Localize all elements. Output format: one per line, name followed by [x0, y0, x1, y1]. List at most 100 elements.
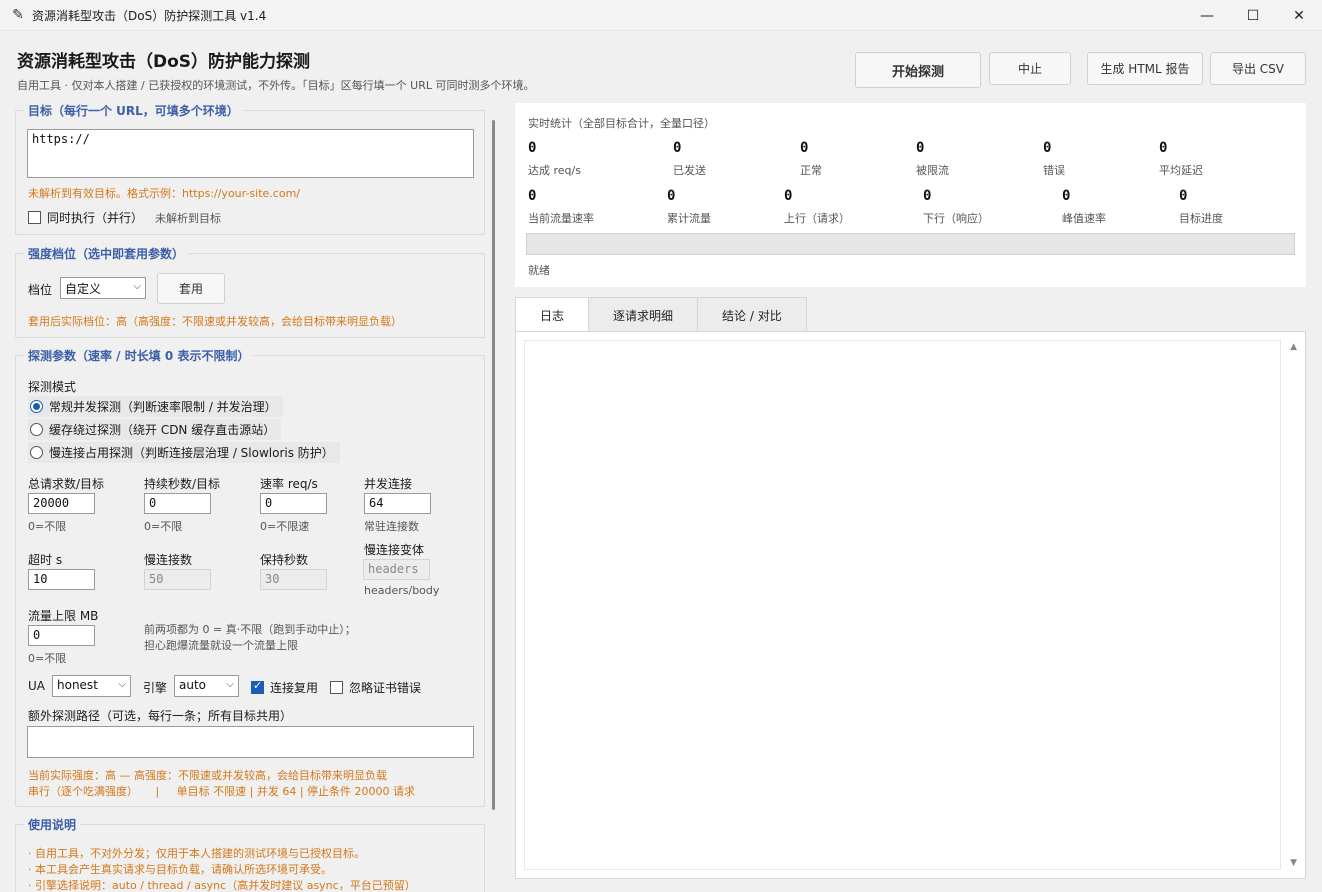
stat-label: 达成 req/s	[528, 164, 581, 177]
stat-value: 0	[1179, 188, 1188, 204]
intensity-group: 强度档位（选中即套用参数） 档位 自定义 ⌵ 套用 套用后实际档位：高（高强度：…	[15, 245, 485, 338]
apply-button[interactable]: 套用	[157, 273, 225, 304]
stat-limited: 0 被限流	[916, 140, 949, 178]
extra-paths-label: 额外探测路径（可选，每行一条；所有目标共用）	[28, 709, 293, 723]
parallel-checkbox-box[interactable]	[28, 211, 41, 224]
page-title: 资源消耗型攻击（DoS）防护能力探测	[17, 52, 311, 72]
left-panel: 目标（每行一个 URL，可填多个环境） https:// 未解析到有效目标。格式…	[8, 101, 486, 892]
parallel-checkbox[interactable]: 同时执行（并行）	[28, 209, 143, 226]
engine-select[interactable]: auto ⌵	[174, 675, 239, 697]
traffic-cap-label: 流量上限 MB	[28, 609, 99, 623]
maximize-button[interactable]: ☐	[1230, 0, 1276, 31]
stats-panel: 实时统计（全部目标合计，全量口径） 0 达成 req/s 0 已发送 0 正常 0 被限…	[515, 103, 1306, 287]
duration-hint: 0=不限	[144, 520, 183, 533]
stat-label: 正常	[800, 164, 822, 177]
start-button[interactable]: 开始探测	[855, 52, 981, 88]
stat-value: 0	[800, 140, 809, 156]
concurrency-input[interactable]: 64	[364, 493, 431, 514]
level-select[interactable]: 自定义 ⌵	[60, 277, 146, 299]
chevron-down-icon: ⌵	[133, 281, 141, 292]
ignore-cert-label: 忽略证书错误	[349, 681, 422, 695]
checkbox-icon[interactable]	[330, 681, 343, 694]
stat-value: 0	[916, 140, 925, 156]
timeout-label: 超时 s	[28, 553, 63, 567]
mode-label-concurrency: 常规并发探测（判断速率限制 / 并发治理）	[49, 400, 277, 414]
summary-line-1: 当前实际强度：高 — 高强度：不限速或并发较高，会给目标带来明显负载	[28, 769, 387, 782]
ignore-cert-checkbox[interactable]: 忽略证书错误	[330, 679, 421, 696]
stop-button[interactable]: 中止	[989, 52, 1071, 85]
log-pane: ▲ ▼	[515, 331, 1306, 879]
params-legend: 探测参数（速率 / 时长填 0 表示不限制）	[24, 347, 254, 364]
concurrency-label: 并发连接	[364, 477, 413, 491]
stat-traffic-rate: 0 当前流量速率	[528, 188, 594, 226]
tab-log[interactable]: 日志	[515, 297, 590, 332]
html-report-button[interactable]: 生成 HTML 报告	[1087, 52, 1203, 85]
target-url-input[interactable]: https://	[27, 129, 474, 178]
stat-sent: 0 已发送	[673, 140, 706, 178]
panel-scrollbar[interactable]	[492, 120, 495, 810]
feather-icon: ✎	[12, 7, 24, 23]
progress-bar	[526, 233, 1295, 255]
usage-group: 使用说明 · 自用工具，不对外分发；仅用于本人搭建的测试环境与已授权目标。 · …	[15, 816, 485, 892]
intensity-legend: 强度档位（选中即套用参数）	[24, 245, 189, 262]
mode-radio-cache-bypass[interactable]: 缓存绕过探测（绕开 CDN 缓存直击源站）	[28, 419, 282, 440]
mode-label: 探测模式	[28, 380, 77, 394]
export-csv-button[interactable]: 导出 CSV	[1210, 52, 1306, 85]
concurrency-hint: 常驻连接数	[364, 520, 419, 533]
traffic-note-1: 前两项都为 0 = 真·不限（跑到手动中止）；	[144, 623, 356, 636]
traffic-cap-input[interactable]: 0	[28, 625, 95, 646]
stat-label: 被限流	[916, 164, 949, 177]
level-value: 自定义	[65, 282, 102, 296]
rate-input[interactable]: 0	[260, 493, 327, 514]
mode-radio-slow-conn[interactable]: 慢连接占用探测（判断连接层治理 / Slowloris 防护）	[28, 442, 340, 463]
stats-caption: 实时统计（全部目标合计，全量口径）	[528, 117, 715, 130]
rate-hint: 0=不限速	[260, 520, 310, 533]
usage-line-2: · 本工具会产生真实请求与目标负载，请确认所选环境可承受。	[28, 863, 332, 876]
stat-peak-rate: 0 峰值速率	[1062, 188, 1106, 226]
total-requests-input[interactable]: 20000	[28, 493, 95, 514]
stat-label: 当前流量速率	[528, 212, 594, 225]
hold-secs-label: 保持秒数	[260, 553, 309, 567]
title-bar: ✎ 资源消耗型攻击（DoS）防护探测工具 v1.4 — ☐ ✕	[0, 0, 1322, 31]
usage-line-3: · 引擎选择说明：auto / thread / async（高并发时建议 as…	[28, 879, 416, 892]
radio-icon	[30, 423, 43, 436]
summary-line-2: 串行（逐个吃满强度） | 单目标 不限速 | 并发 64 | 停止条件 2000…	[28, 785, 416, 798]
radio-selected-icon	[30, 400, 43, 413]
intensity-note: 套用后实际档位：高（高强度：不限速或并发较高，会给目标带来明显负载）	[28, 315, 402, 328]
tab-conclusion[interactable]: 结论 / 对比	[697, 297, 807, 332]
rate-label: 速率 req/s	[260, 477, 318, 491]
reuse-label: 连接复用	[270, 681, 319, 695]
hold-secs-input: 30	[260, 569, 327, 590]
minimize-button[interactable]: —	[1184, 0, 1230, 31]
stat-value: 0	[1062, 188, 1071, 204]
window-title: 资源消耗型攻击（DoS）防护探测工具 v1.4	[32, 8, 267, 23]
close-button[interactable]: ✕	[1276, 0, 1322, 31]
mode-radio-concurrency[interactable]: 常规并发探测（判断速率限制 / 并发治理）	[28, 396, 283, 417]
window-controls: — ☐ ✕	[1184, 0, 1322, 31]
parallel-label: 同时执行（并行）	[47, 211, 144, 225]
page-subtitle: 自用工具 · 仅对本人搭建 / 已获授权的环境测试，不外传。「目标」区每行填一个…	[17, 79, 535, 92]
target-hint: 未解析到有效目标。格式示例：https://your-site.com/	[28, 187, 300, 200]
ua-label: UA	[28, 679, 45, 693]
mode-label-cache-bypass: 缓存绕过探测（绕开 CDN 缓存直击源站）	[49, 423, 276, 437]
mode-label-slow-conn: 慢连接占用探测（判断连接层治理 / Slowloris 防护）	[49, 446, 334, 460]
extra-paths-input[interactable]	[27, 726, 474, 758]
reuse-checkbox[interactable]: 连接复用	[251, 679, 318, 696]
parallel-status: 未解析到目标	[155, 212, 221, 225]
stat-errors: 0 错误	[1043, 140, 1065, 178]
stat-value: 0	[923, 188, 932, 204]
stat-value: 0	[667, 188, 676, 204]
tab-request-details[interactable]: 逐请求明细	[588, 297, 699, 332]
stat-value: 0	[673, 140, 682, 156]
timeout-input[interactable]: 10	[28, 569, 95, 590]
log-textarea[interactable]	[524, 340, 1281, 870]
scroll-up-icon[interactable]: ▲	[1290, 342, 1297, 352]
duration-input[interactable]: 0	[144, 493, 211, 514]
engine-value: auto	[179, 678, 207, 692]
total-requests-hint: 0=不限	[28, 520, 67, 533]
slow-conns-input: 50	[144, 569, 211, 590]
stat-value: 0	[1043, 140, 1052, 156]
scroll-down-icon[interactable]: ▼	[1290, 858, 1297, 868]
checkbox-checked-icon[interactable]	[251, 679, 264, 694]
ua-select[interactable]: honest ⌵	[52, 675, 131, 697]
